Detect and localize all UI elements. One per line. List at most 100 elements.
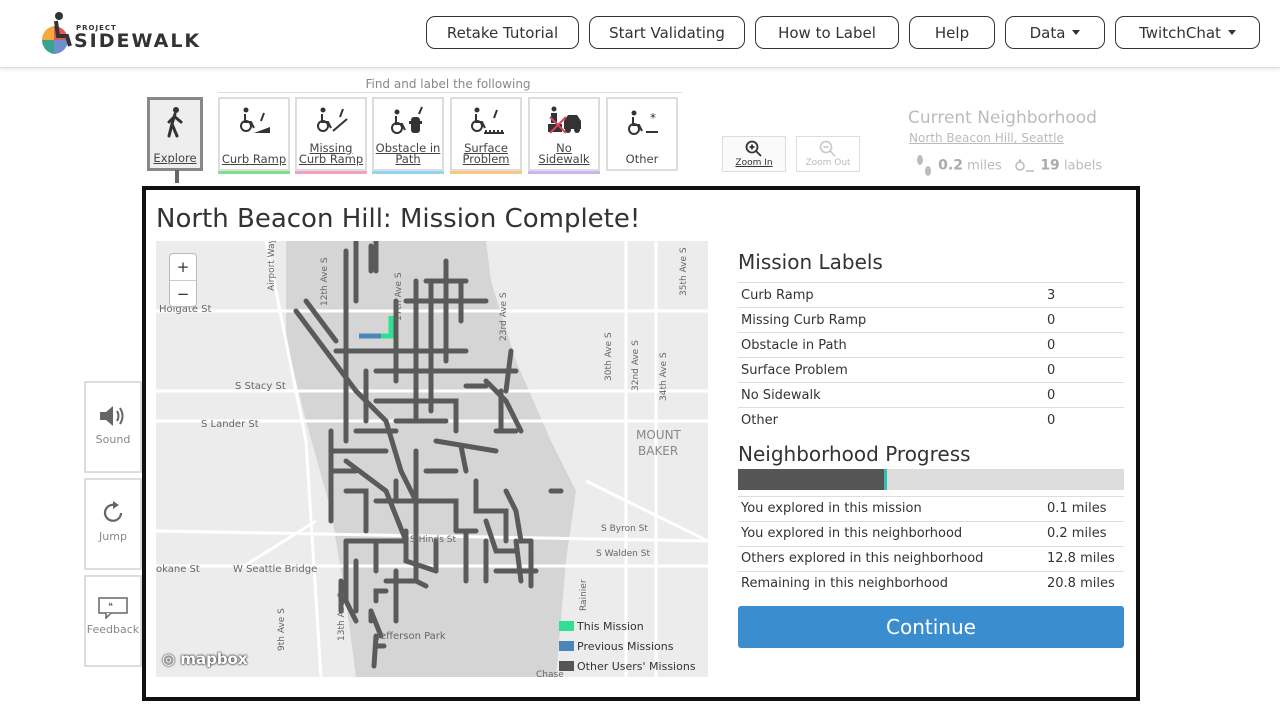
project-sidewalk-logo[interactable]: PROJECT SIDEWALK [34, 10, 204, 56]
missing-curb-ramp-icon [317, 107, 348, 132]
start-validating-label: Start Validating [609, 23, 725, 42]
progress-mission-marker [883, 468, 887, 490]
header: PROJECT SIDEWALK Retake Tutorial Start V… [0, 0, 1280, 68]
obstacle-color-bar [372, 171, 444, 174]
svg-text:Rainier: Rainier [579, 579, 589, 611]
caret-down-icon [1227, 30, 1236, 35]
legend-swatch [559, 641, 574, 651]
legend-label: Previous Missions [577, 639, 674, 653]
zoom-in-label: Zoom In [735, 158, 773, 168]
legend-label: Other Users' Missions [577, 659, 696, 673]
label-type-name: Missing Curb Ramp [738, 307, 1044, 333]
no-sidewalk-tool-button[interactable]: No Sidewalk [528, 97, 600, 174]
current-neighborhood-link[interactable]: North Beacon Hill, Seattle [909, 131, 1064, 145]
explore-pointer [175, 170, 179, 183]
no-sidewalk-icon [548, 106, 581, 134]
how-to-label-label: How to Label [778, 23, 876, 42]
zoom-in-button[interactable]: Zoom In [722, 136, 786, 172]
svg-text:34th Ave S: 34th Ave S [659, 352, 669, 401]
curb-ramp-tool-button[interactable]: Curb Ramp [218, 97, 290, 174]
jump-button[interactable]: Jump [84, 478, 142, 570]
label-type-name: Obstacle in Path [738, 332, 1044, 358]
svg-text:30th Ave S: 30th Ave S [604, 332, 614, 381]
explore-tool-button[interactable]: Explore [147, 97, 203, 183]
svg-text:Airport Way S: Airport Way S [267, 241, 277, 291]
map-zoom-out-button[interactable]: − [170, 280, 196, 306]
missing-curb-ramp-tool-button[interactable]: Missing Curb Ramp [295, 97, 367, 174]
retake-tutorial-label: Retake Tutorial [446, 23, 559, 42]
logo-big-text: SIDEWALK [74, 30, 202, 52]
surface-problem-icon [471, 107, 504, 134]
mission-labels-table: Curb Ramp 3 Missing Curb Ramp 0 Obstacle i… [738, 282, 1124, 433]
mission-complete-modal: North Beacon Hill: Mission Complete! Hol… [142, 186, 1140, 701]
svg-text:9th Ave S: 9th Ave S [277, 608, 287, 651]
retake-tutorial-button[interactable]: Retake Tutorial [426, 16, 579, 49]
legend-label: This Mission [577, 619, 644, 633]
twitchchat-dropdown-button[interactable]: TwitchChat [1115, 16, 1260, 49]
data-dropdown-button[interactable]: Data [1005, 16, 1105, 49]
continue-button[interactable]: Continue [738, 606, 1124, 648]
sound-button[interactable]: Sound [84, 381, 142, 473]
map-zoom-in-button[interactable]: + [170, 254, 196, 280]
legend-item: Previous Missions [559, 636, 696, 656]
curb-ramp-color-bar [218, 171, 290, 174]
other-tool-button[interactable]: * Other [606, 97, 678, 171]
zoom-out-button[interactable]: Zoom Out [796, 136, 860, 172]
jump-icon [103, 501, 123, 522]
feedback-button[interactable]: ❝ Feedback [84, 575, 142, 667]
label-type-count: 0 [1044, 407, 1124, 433]
svg-text:W Seattle Bridge: W Seattle Bridge [233, 564, 317, 575]
label-type-name: Curb Ramp [738, 282, 1044, 308]
zoom-in-icon [745, 140, 762, 157]
neighborhood-stats: 0.2 miles 19 labels [914, 153, 1102, 179]
surface-problem-tool-button[interactable]: Surface Problem [450, 97, 522, 174]
find-and-label-heading: Find and label the following [365, 77, 531, 91]
feedback-icon: ❝ [98, 597, 128, 619]
explore-tool-label: Explore [153, 151, 197, 165]
svg-text:23rd Ave S: 23rd Ave S [499, 292, 509, 341]
help-label: Help [934, 23, 970, 42]
miles-value: 0.2 [938, 157, 963, 174]
label-type-count: 3 [1044, 282, 1124, 308]
jump-label: Jump [99, 530, 127, 543]
table-row: You explored in this mission 0.1 miles [738, 495, 1124, 521]
obstacle-tool-button[interactable]: Obstacle in Path [372, 97, 444, 174]
wheelchair-labels-icon [1015, 159, 1035, 172]
mission-map[interactable]: Holgate St S Stacy St S Lander St okane … [156, 241, 708, 677]
obstacle-icon [391, 106, 423, 134]
mapbox-logo[interactable]: ◎ mapbox [162, 650, 248, 668]
map-legend: This Mission Previous Missions Other Use… [559, 616, 696, 676]
obstacle-tool-label: Obstacle in Path [375, 141, 441, 166]
progress-stats-table: You explored in this mission 0.1 miles Yo… [738, 495, 1124, 596]
svg-text:*: * [650, 111, 656, 125]
map-canvas: Holgate St S Stacy St S Lander St okane … [156, 241, 708, 677]
svg-text:S Lander St: S Lander St [201, 419, 259, 430]
legend-item: This Mission [559, 616, 696, 636]
svg-text:17th Ave S: 17th Ave S [394, 272, 404, 321]
table-row: You explored in this neighborhood 0.2 mil… [738, 520, 1124, 546]
progress-stat-name: Others explored in this neighborhood [738, 545, 1044, 571]
footprints-icon [917, 155, 931, 176]
caret-down-icon [1072, 30, 1081, 35]
progress-stat-value: 0.1 miles [1044, 495, 1124, 521]
svg-text:S Stacy St: S Stacy St [235, 381, 286, 392]
zoom-out-icon [819, 140, 836, 157]
help-button[interactable]: Help [909, 16, 995, 49]
svg-text:32nd Ave S: 32nd Ave S [631, 340, 641, 391]
other-icon: * [628, 110, 658, 135]
table-row: Obstacle in Path 0 [738, 332, 1124, 358]
modal-title: North Beacon Hill: Mission Complete! [156, 204, 641, 234]
curb-ramp-tool-label: Curb Ramp [221, 152, 287, 166]
mapbox-circle-icon: ◎ [162, 650, 176, 668]
table-row: No Sidewalk 0 [738, 382, 1124, 408]
speaker-icon [100, 406, 124, 426]
how-to-label-button[interactable]: How to Label [755, 16, 899, 49]
progress-stat-value: 12.8 miles [1044, 545, 1124, 571]
progress-stat-name: You explored in this mission [738, 495, 1044, 521]
mission-summary-panel: Mission Labels Curb Ramp 3 Missing Curb R… [738, 250, 1128, 648]
missing-curb-ramp-color-bar [295, 171, 367, 174]
start-validating-button[interactable]: Start Validating [589, 16, 745, 49]
mapbox-text: mapbox [180, 650, 248, 668]
continue-label: Continue [886, 615, 976, 639]
table-row: Remaining in this neighborhood 20.8 miles [738, 570, 1124, 596]
